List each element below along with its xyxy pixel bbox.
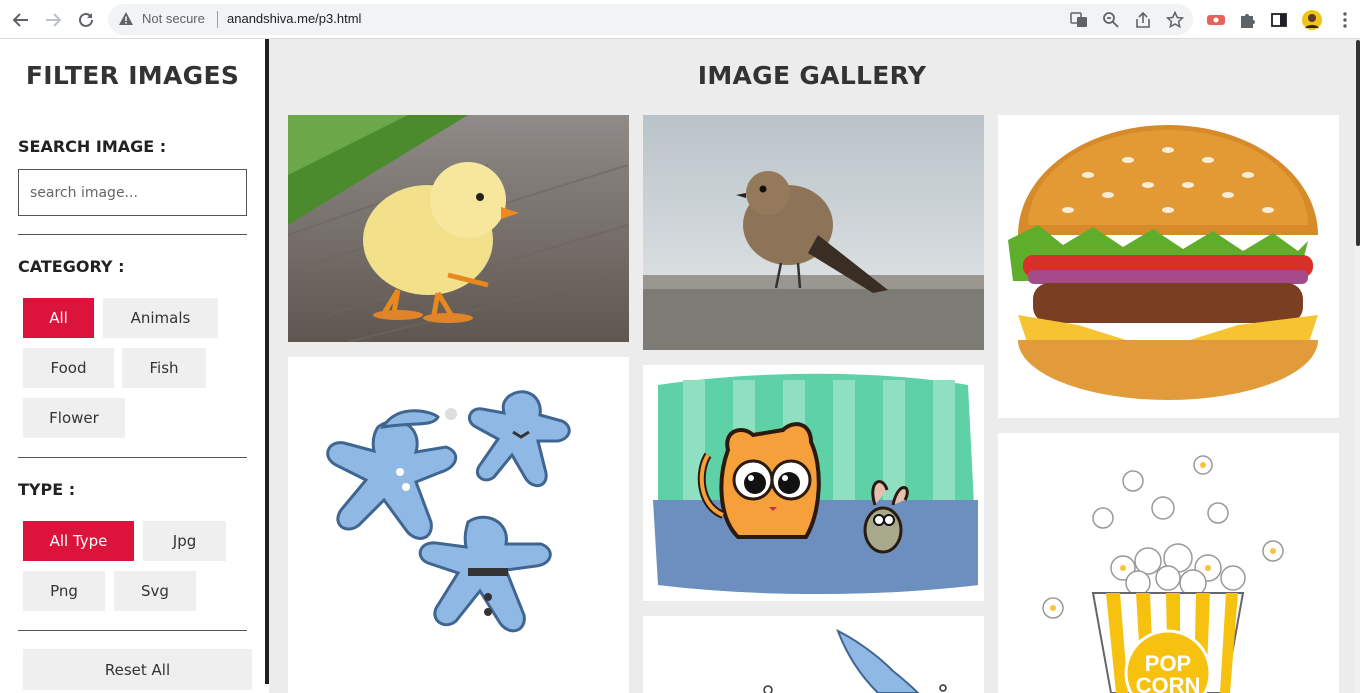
type-label: TYPE : [18,480,76,499]
type-jpg-button[interactable]: Jpg [143,521,226,561]
menu-kebab-icon[interactable] [1335,10,1355,30]
profile-avatar-icon[interactable] [1302,10,1322,30]
address-bar[interactable]: Not secure anandshiva.me/p3.html [108,4,1193,35]
gallery-image-burger[interactable] [998,115,1339,418]
translate-icon[interactable] [1069,10,1089,30]
gallery-image-popcorn[interactable]: POP CORN [998,433,1339,693]
filter-sidebar: FILTER IMAGES SEARCH IMAGE : CATEGORY : … [0,39,265,693]
address-separator [217,11,218,28]
share-icon[interactable] [1133,10,1153,30]
extensions-puzzle-icon[interactable] [1237,10,1257,30]
category-flower-button[interactable]: Flower [23,398,125,438]
category-fish-button[interactable]: Fish [122,348,206,388]
category-all-button[interactable]: All [23,298,94,338]
search-label: SEARCH IMAGE : [18,137,167,156]
reset-all-button[interactable]: Reset All [23,649,252,690]
url-text[interactable]: anandshiva.me/p3.html [227,11,361,26]
gallery-image-gingerbread-men[interactable] [288,357,629,693]
zoom-icon[interactable] [1101,10,1121,30]
type-png-button[interactable]: Png [23,571,105,611]
gallery-image-fish-sketch[interactable] [643,616,984,693]
gallery-area: IMAGE GALLERY POP CORN [269,39,1355,693]
divider [18,234,247,235]
browser-toolbar: Not secure anandshiva.me/p3.html [0,0,1360,39]
warning-icon[interactable] [118,11,134,31]
page-scrollbar-thumb[interactable] [1356,40,1360,246]
divider [18,630,247,631]
category-label: CATEGORY : [18,257,125,276]
category-animals-button[interactable]: Animals [103,298,218,338]
gallery-image-cat-and-mouse[interactable] [643,365,984,601]
category-food-button[interactable]: Food [23,348,114,388]
gallery-image-chick[interactable] [288,115,629,342]
gallery-image-bird[interactable] [643,115,984,350]
type-all-button[interactable]: All Type [23,521,134,561]
forward-icon[interactable] [41,8,65,32]
bookmark-star-icon[interactable] [1165,10,1185,30]
search-input[interactable] [18,169,247,216]
reload-icon[interactable] [74,8,98,32]
type-svg-button[interactable]: Svg [114,571,196,611]
gallery-title: IMAGE GALLERY [697,61,927,90]
divider [18,457,247,458]
sidebar-title: FILTER IMAGES [25,61,240,90]
side-panel-icon[interactable] [1269,10,1289,30]
back-icon[interactable] [9,8,33,32]
popcorn-label-corn: CORN [1136,673,1201,693]
security-status[interactable]: Not secure [142,11,205,26]
extension-record-icon[interactable] [1206,10,1226,30]
